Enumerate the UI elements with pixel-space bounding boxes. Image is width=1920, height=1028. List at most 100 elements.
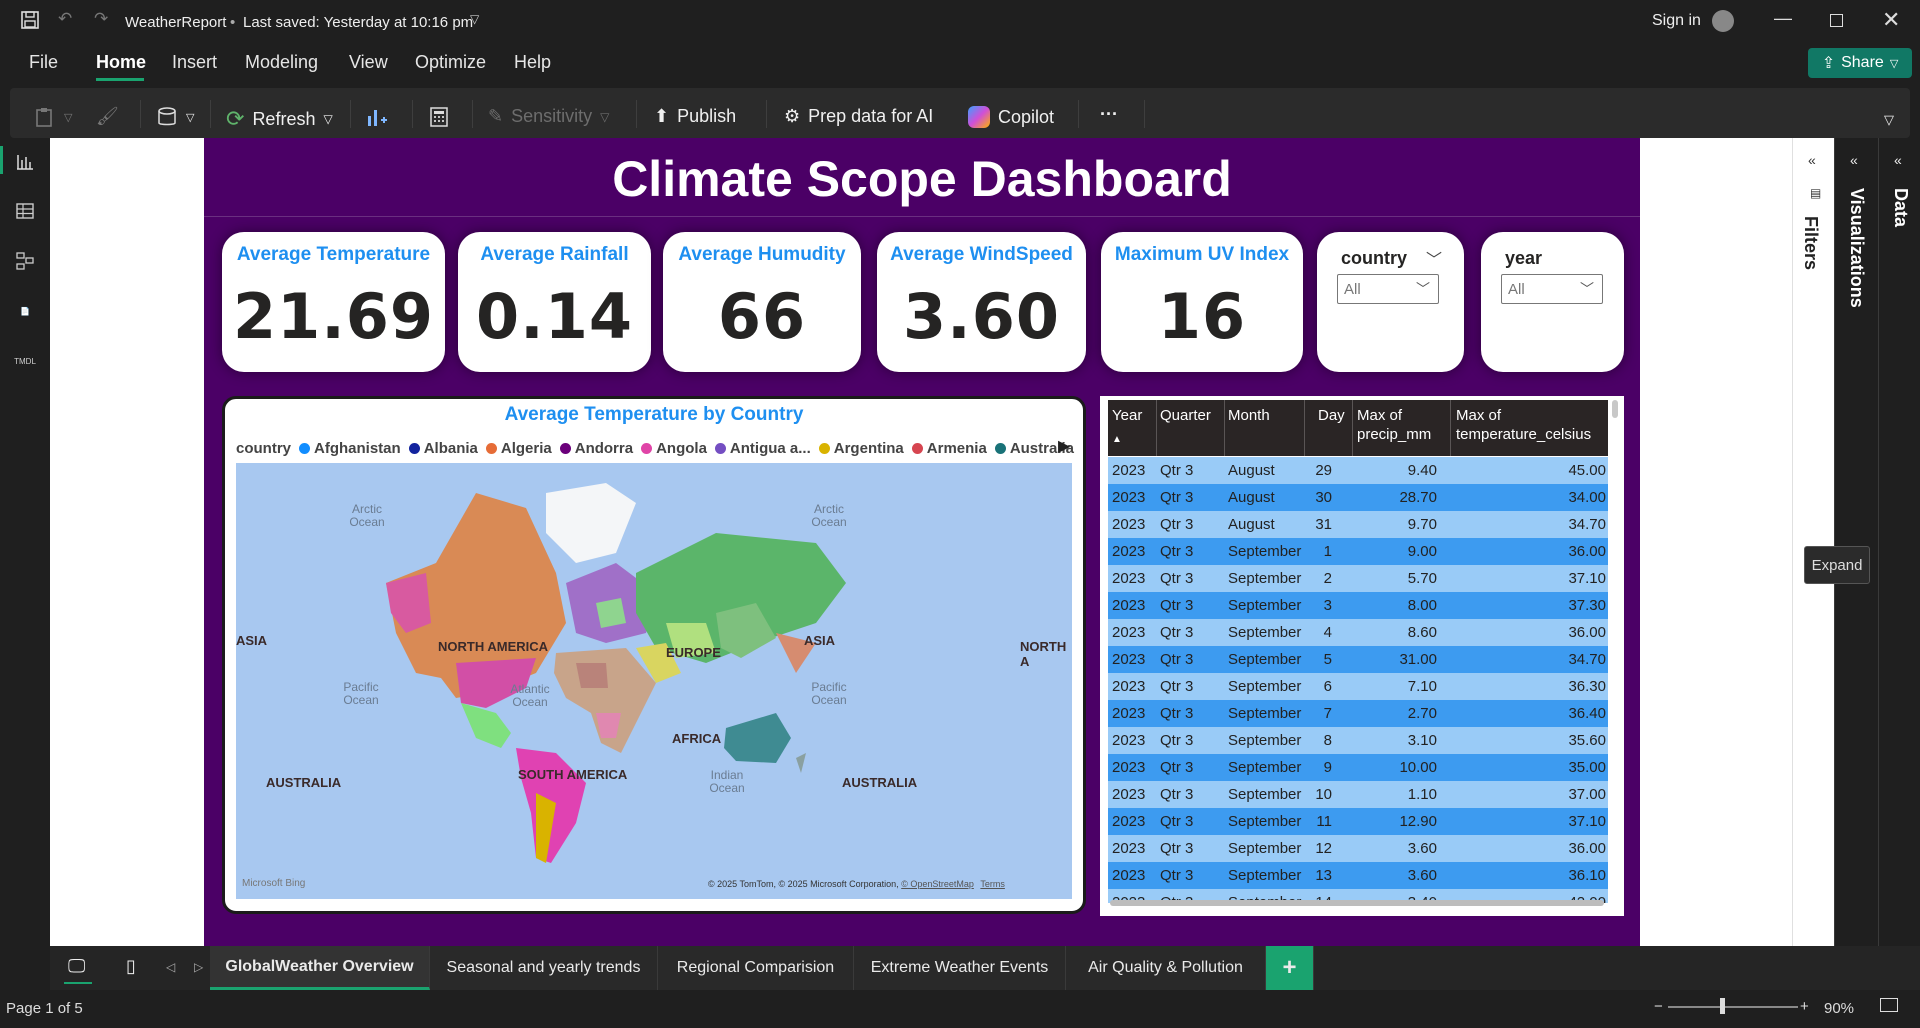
legend-item[interactable]: Albania bbox=[408, 440, 478, 457]
tmdl-view-icon[interactable]: TMDL bbox=[12, 348, 38, 374]
publish-button[interactable]: ⬆ Publish bbox=[654, 106, 736, 127]
sort-ascending-icon[interactable]: ▲ bbox=[1112, 430, 1122, 449]
column-divider[interactable] bbox=[1156, 400, 1157, 456]
kpi-card-avg-temperature[interactable]: Average Temperature 21.69 bbox=[222, 232, 445, 372]
kpi-card-avg-humidity[interactable]: Average Humudity 66 bbox=[663, 232, 861, 372]
menu-optimize[interactable]: Optimize bbox=[415, 52, 486, 73]
column-header[interactable]: Year bbox=[1112, 406, 1142, 425]
menu-help[interactable]: Help bbox=[514, 52, 551, 73]
legend-item[interactable]: Armenia bbox=[911, 440, 987, 457]
column-divider[interactable] bbox=[1450, 400, 1451, 456]
table-row[interactable]: 2023 Qtr 3 September 11 12.90 37.10 bbox=[1108, 808, 1608, 835]
zoom-out-icon[interactable]: − bbox=[1654, 998, 1663, 1015]
fit-page-icon[interactable] bbox=[1880, 998, 1898, 1012]
save-icon[interactable] bbox=[20, 10, 40, 35]
kpi-card-max-uv-index[interactable]: Maximum UV Index 16 bbox=[1101, 232, 1303, 372]
menu-file[interactable]: File bbox=[29, 52, 58, 73]
table-row[interactable]: 2023 Qtr 3 September 3 8.00 37.30 bbox=[1108, 592, 1608, 619]
table-row[interactable]: 2023 Qtr 3 September 13 3.60 36.10 bbox=[1108, 862, 1608, 889]
menu-insert[interactable]: Insert bbox=[172, 52, 217, 73]
chevron-down-icon[interactable]: ▽ bbox=[470, 12, 479, 26]
zoom-slider[interactable] bbox=[1668, 1006, 1798, 1008]
minimize-icon[interactable]: — bbox=[1774, 8, 1792, 29]
column-header[interactable]: Max of precip_mm bbox=[1357, 406, 1437, 444]
prep-data-button[interactable]: ⚙ Prep data for AI bbox=[784, 106, 933, 127]
expand-icon[interactable]: « bbox=[1850, 152, 1858, 168]
tab-air-quality[interactable]: Air Quality & Pollution bbox=[1066, 946, 1266, 990]
map-canvas[interactable]: Arctic Ocean Arctic Ocean Pacific Ocean … bbox=[236, 463, 1072, 899]
more-options-button[interactable]: ··· bbox=[1100, 104, 1118, 125]
legend-item[interactable]: Algeria bbox=[485, 440, 552, 457]
table-row[interactable]: 2023 Qtr 3 September 5 31.00 34.70 bbox=[1108, 646, 1608, 673]
table-row[interactable]: 2023 Qtr 3 September 1 9.00 36.00 bbox=[1108, 538, 1608, 565]
osm-link[interactable]: © OpenStreetMap bbox=[901, 879, 974, 889]
prev-page-icon[interactable]: ◁ bbox=[166, 960, 175, 974]
table-row[interactable]: 2023 Qtr 3 August 31 9.70 34.70 bbox=[1108, 511, 1608, 538]
calculator-icon[interactable] bbox=[428, 106, 450, 128]
tab-extreme-weather[interactable]: Extreme Weather Events bbox=[854, 946, 1066, 990]
desktop-layout-icon[interactable]: 🖵 bbox=[68, 956, 85, 977]
zoom-in-icon[interactable]: + bbox=[1800, 998, 1809, 1015]
refresh-button[interactable]: ⟳ Refresh ▽ bbox=[226, 106, 333, 132]
table-row[interactable]: 2023 Qtr 3 September 10 1.10 37.00 bbox=[1108, 781, 1608, 808]
table-row[interactable]: 2023 Qtr 3 September 6 7.10 36.30 bbox=[1108, 673, 1608, 700]
dax-query-icon[interactable]: 📄 bbox=[12, 298, 38, 324]
report-view-icon[interactable] bbox=[12, 148, 38, 174]
vertical-scrollbar[interactable] bbox=[1612, 400, 1618, 418]
model-view-icon[interactable] bbox=[12, 248, 38, 274]
sign-in-link[interactable]: Sign in bbox=[1652, 12, 1701, 30]
expand-icon[interactable]: « bbox=[1894, 152, 1902, 168]
menu-modeling[interactable]: Modeling bbox=[245, 52, 318, 73]
zoom-slider-thumb[interactable] bbox=[1720, 998, 1725, 1014]
legend-item[interactable]: Argentina bbox=[818, 440, 904, 457]
chevron-down-icon[interactable]: ▽ bbox=[1884, 112, 1894, 128]
next-page-icon[interactable]: ▷ bbox=[194, 960, 203, 974]
format-painter-icon[interactable]: 🖌 bbox=[96, 106, 119, 127]
filters-pane[interactable]: « ▤ Filters bbox=[1792, 138, 1834, 946]
undo-icon[interactable]: ↶ bbox=[58, 9, 72, 29]
column-header[interactable]: Month bbox=[1228, 406, 1270, 425]
table-row[interactable]: 2023 Qtr 3 September 2 5.70 37.10 bbox=[1108, 565, 1608, 592]
tab-seasonal-trends[interactable]: Seasonal and yearly trends bbox=[430, 946, 658, 990]
column-divider[interactable] bbox=[1352, 400, 1353, 456]
slicer-dropdown[interactable]: All ﹀ bbox=[1337, 274, 1439, 304]
table-row[interactable]: 2023 Qtr 3 September 12 3.60 36.00 bbox=[1108, 835, 1608, 862]
legend-item[interactable]: Angola bbox=[641, 440, 707, 457]
chevron-down-icon[interactable]: ﹀ bbox=[1426, 246, 1442, 270]
kpi-card-avg-windspeed[interactable]: Average WindSpeed 3.60 bbox=[877, 232, 1086, 372]
avatar[interactable] bbox=[1712, 10, 1734, 32]
table-row[interactable]: 2023 Qtr 3 September 8 3.10 35.60 bbox=[1108, 727, 1608, 754]
tab-globalweather-overview[interactable]: GlobalWeather Overview bbox=[210, 946, 430, 990]
table-row[interactable]: 2023 Qtr 3 August 30 28.70 34.00 bbox=[1108, 484, 1608, 511]
table-row[interactable]: 2023 Qtr 3 September 7 2.70 36.40 bbox=[1108, 700, 1608, 727]
table-row[interactable]: 2023 Qtr 3 September 9 10.00 35.00 bbox=[1108, 754, 1608, 781]
legend-item[interactable]: Andorra bbox=[559, 440, 633, 457]
column-divider[interactable] bbox=[1224, 400, 1225, 456]
new-visual-icon[interactable] bbox=[364, 106, 388, 130]
slicer-country[interactable]: country ﹀ All ﹀ bbox=[1317, 232, 1464, 372]
expand-icon[interactable]: « bbox=[1808, 152, 1816, 168]
legend-item[interactable]: Afghanistan bbox=[299, 440, 401, 457]
horizontal-scrollbar[interactable] bbox=[1110, 900, 1604, 906]
table-row[interactable]: 2023 Qtr 3 August 29 9.40 45.00 bbox=[1108, 457, 1608, 484]
menu-home[interactable]: Home bbox=[96, 52, 146, 73]
kpi-card-avg-rainfall[interactable]: Average Rainfall 0.14 bbox=[458, 232, 651, 372]
maximize-icon[interactable] bbox=[1830, 14, 1843, 27]
terms-link[interactable]: Terms bbox=[980, 879, 1005, 889]
paste-icon[interactable]: ▽ bbox=[34, 106, 72, 128]
column-header[interactable]: Max of temperature_celsius bbox=[1456, 406, 1606, 444]
tab-regional-comparision[interactable]: Regional Comparision bbox=[658, 946, 854, 990]
get-data-icon[interactable]: ▽ bbox=[156, 106, 194, 128]
column-header[interactable]: Quarter bbox=[1160, 406, 1211, 425]
zoom-level[interactable]: 90% bbox=[1824, 1000, 1854, 1017]
column-divider[interactable] bbox=[1304, 400, 1305, 456]
close-icon[interactable]: ✕ bbox=[1882, 7, 1900, 33]
copilot-button[interactable]: Copilot bbox=[968, 106, 1054, 128]
redo-icon[interactable]: ↷ bbox=[94, 9, 108, 29]
legend-item[interactable]: Antigua a... bbox=[714, 440, 811, 457]
table-view-icon[interactable] bbox=[12, 198, 38, 224]
visualizations-pane[interactable]: « Visualizations bbox=[1834, 138, 1878, 946]
mobile-layout-icon[interactable]: ▯ bbox=[126, 956, 136, 977]
slicer-year[interactable]: year All ﹀ bbox=[1481, 232, 1624, 372]
table-row[interactable]: 2023 Qtr 3 September 4 8.60 36.00 bbox=[1108, 619, 1608, 646]
